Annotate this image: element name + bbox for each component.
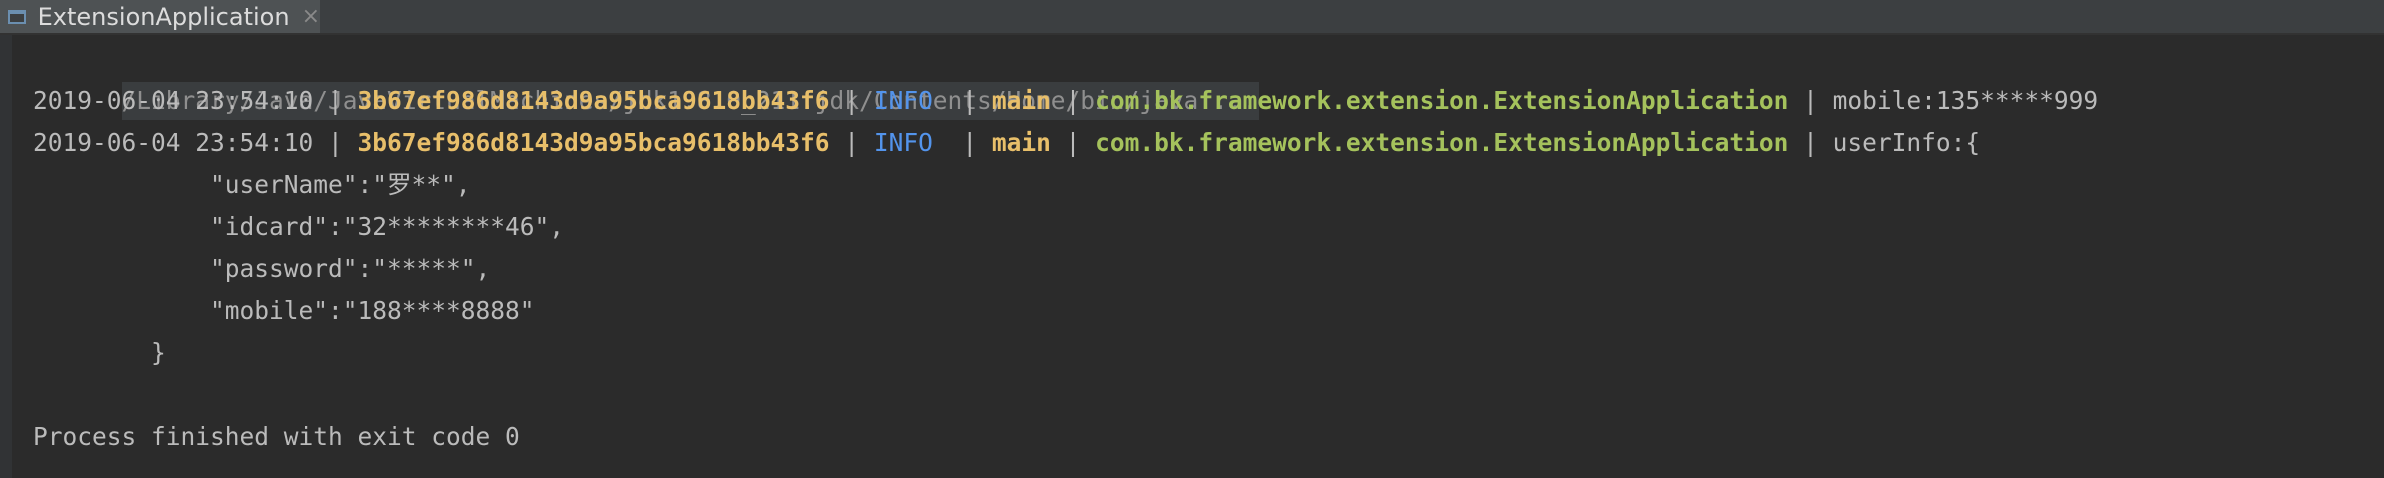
- log-logger: com.bk.framework.extension.ExtensionAppl…: [1095, 128, 1789, 157]
- close-icon[interactable]: ×: [302, 5, 320, 28]
- log-logger: com.bk.framework.extension.ExtensionAppl…: [1095, 86, 1789, 115]
- console-output[interactable]: /Library/Java/JavaVirtualMachines/jdk1.8…: [33, 38, 2384, 478]
- log-line: 2019-06-04 23:54:10 | 3b67ef986d8143d9a9…: [33, 86, 2099, 115]
- log-timestamp: 2019-06-04 23:54:10: [33, 128, 314, 157]
- json-line: "idcard":"32********46",: [33, 212, 565, 241]
- log-message: mobile:135*****999: [1832, 86, 2099, 115]
- log-trace-id: 3b67ef986d8143d9a95bca9618bb43f6: [357, 86, 830, 115]
- json-line: }: [33, 338, 166, 367]
- tab-label: ExtensionApplication: [37, 2, 290, 31]
- command-line: /Library/Java/JavaVirtualMachines/jdk1.8…: [33, 38, 2384, 120]
- console-gutter: [0, 35, 12, 478]
- log-line: 2019-06-04 23:54:10 | 3b67ef986d8143d9a9…: [33, 128, 1981, 157]
- json-line: "userName":"罗**",: [33, 170, 471, 199]
- json-line: "password":"*****",: [33, 254, 491, 283]
- log-level: INFO: [873, 128, 933, 157]
- run-tab-bar: ExtensionApplication ×: [0, 0, 2384, 35]
- json-line: "mobile":"188****8888": [33, 296, 535, 325]
- log-level: INFO: [873, 86, 933, 115]
- run-console-window: ExtensionApplication × /Library/Java/Jav…: [0, 0, 2384, 478]
- log-thread: main: [991, 128, 1051, 157]
- exit-message: Process finished with exit code 0: [33, 422, 520, 451]
- log-trace-id: 3b67ef986d8143d9a95bca9618bb43f6: [357, 128, 830, 157]
- application-window-icon: [8, 8, 26, 26]
- log-message: userInfo:{: [1832, 128, 1981, 157]
- log-timestamp: 2019-06-04 23:54:10: [33, 86, 314, 115]
- tab-extension-application[interactable]: ExtensionApplication ×: [0, 0, 320, 33]
- log-thread: main: [991, 86, 1051, 115]
